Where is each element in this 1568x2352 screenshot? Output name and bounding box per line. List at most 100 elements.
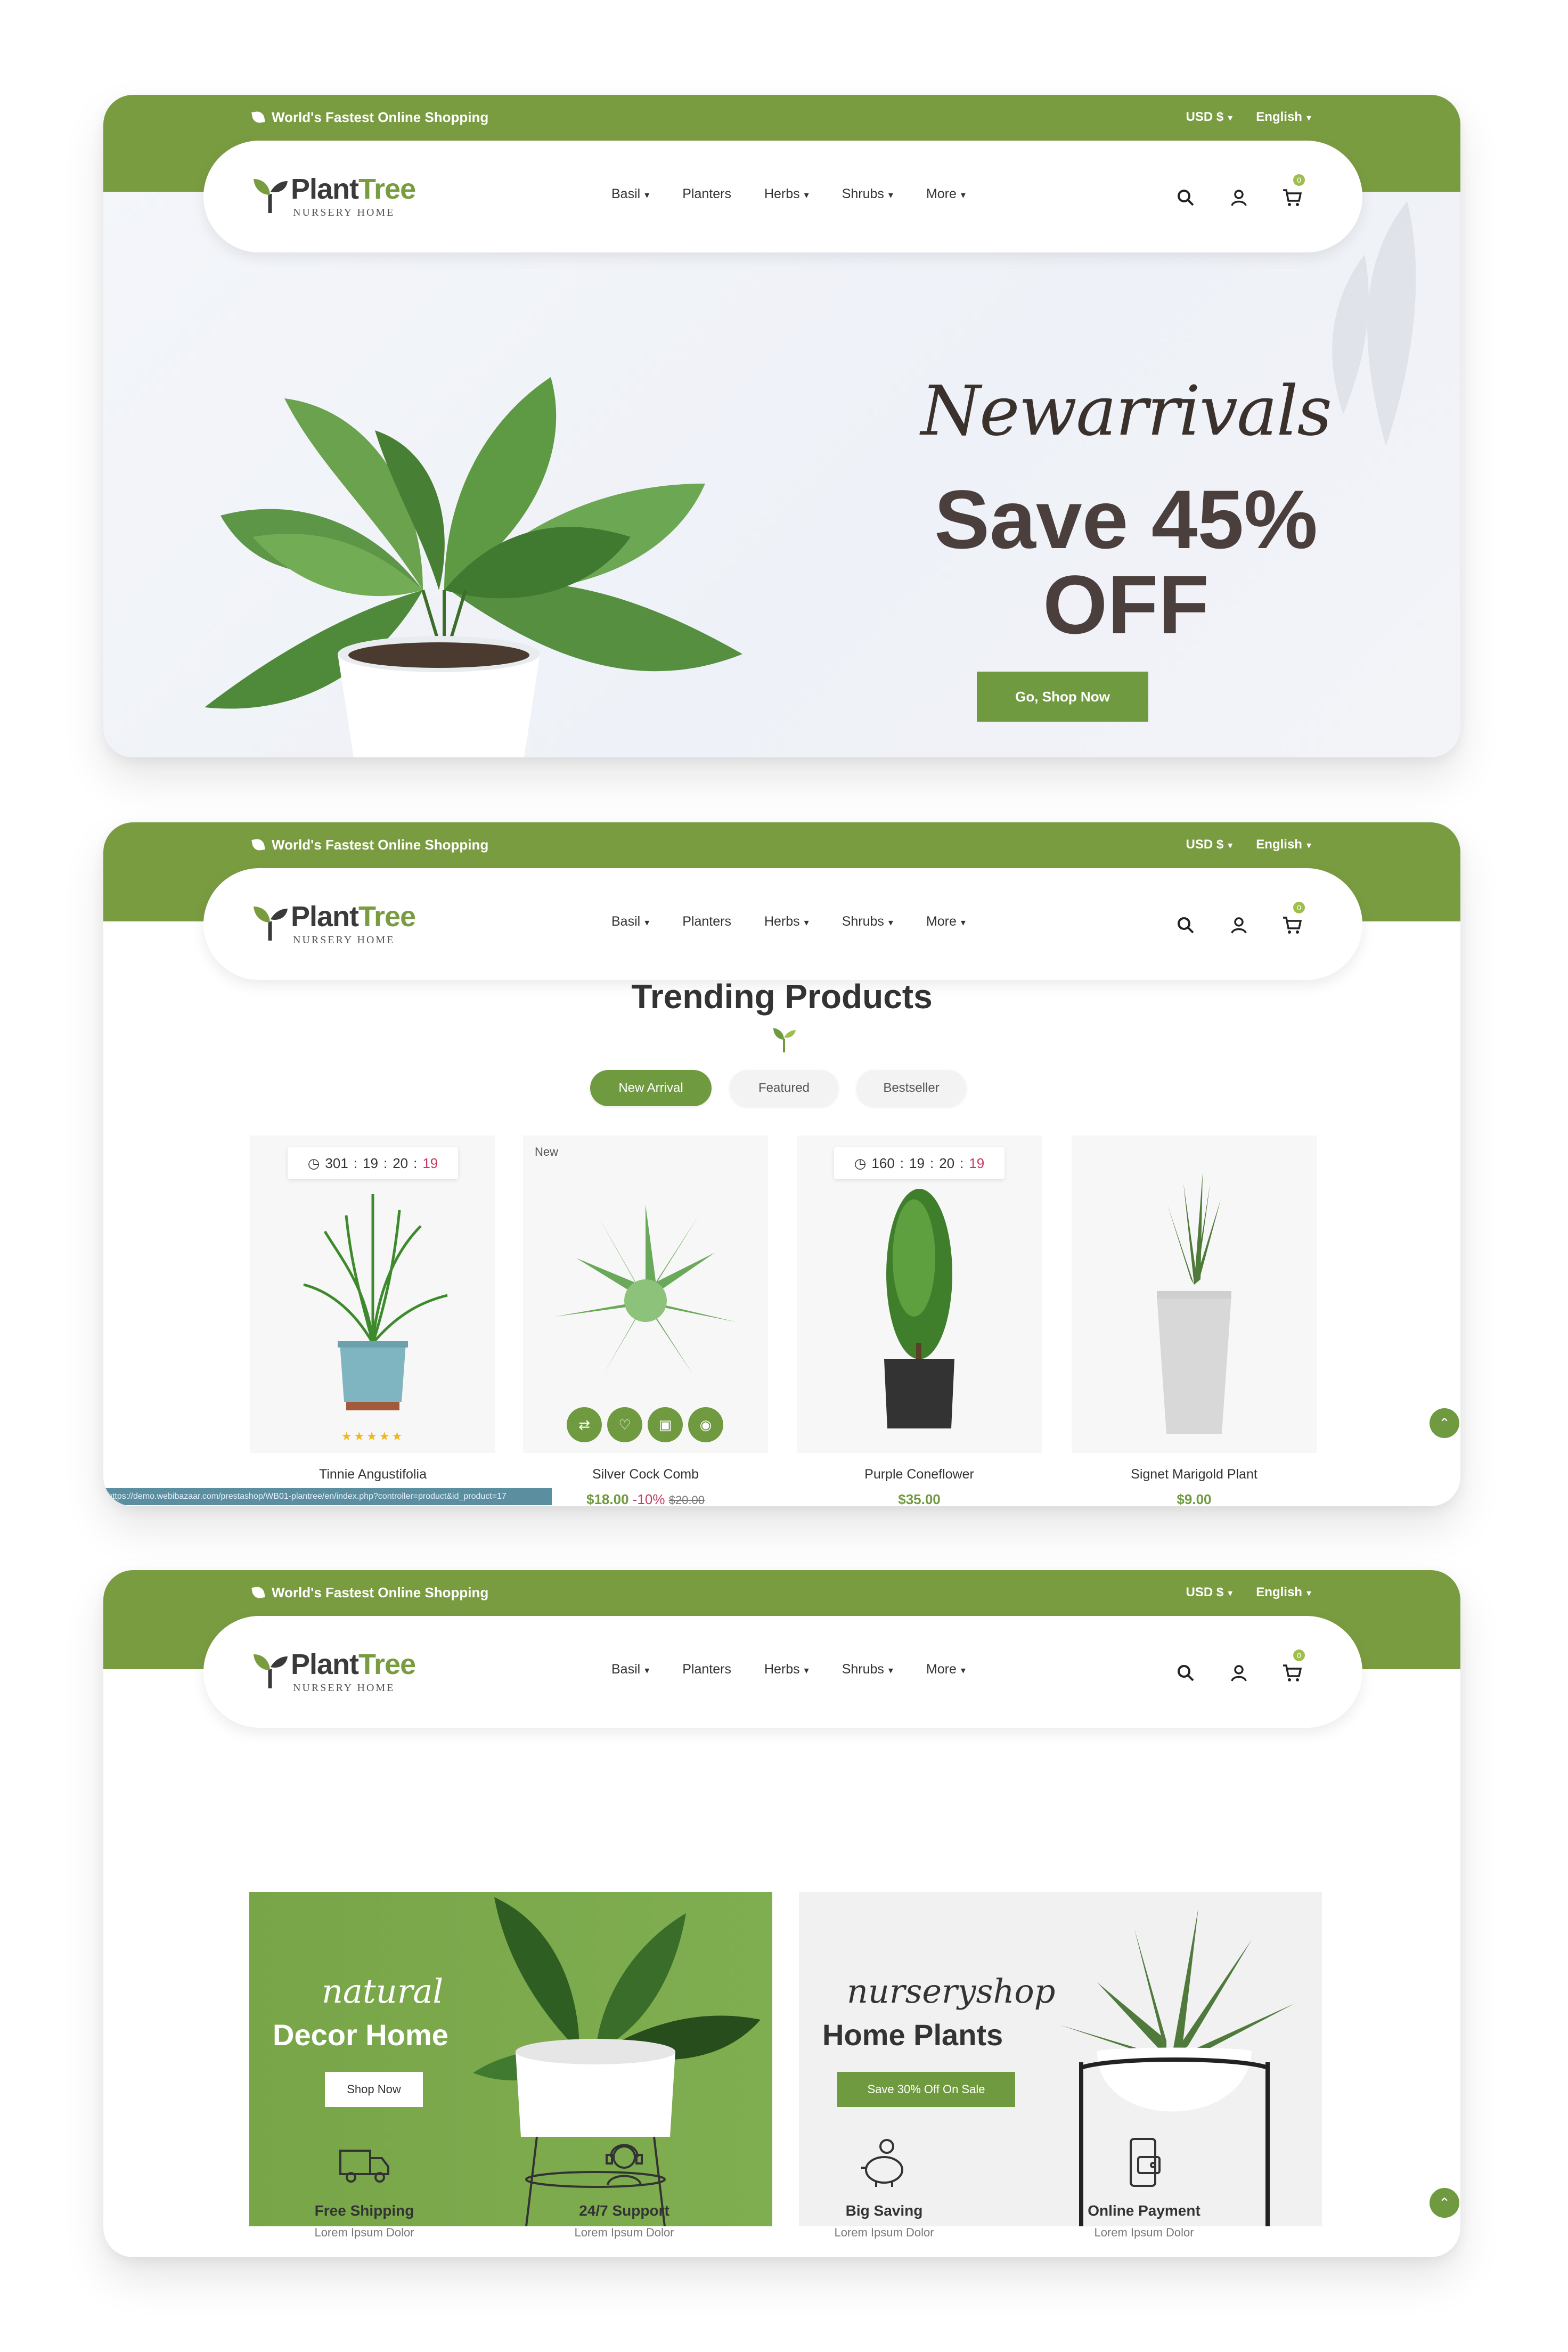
cart-count-badge: 0: [1293, 1649, 1305, 1661]
currency-label: USD $: [1186, 1585, 1224, 1599]
product-name[interactable]: Silver Cock Comb: [523, 1467, 768, 1482]
menu-item-basil[interactable]: Basil ▾: [611, 914, 649, 935]
hero-headline: Save 45%: [934, 473, 1318, 566]
hero-screenshot-card: World's Fastest Online Shopping USD $ ▾ E…: [103, 95, 1460, 757]
menu-item-herbs[interactable]: Herbs ▾: [764, 914, 809, 935]
leaf-icon: [251, 838, 265, 852]
main-navigation: PlantTree NURSERY HOME Basil ▾ Planters H…: [203, 141, 1362, 252]
language-selector[interactable]: English ▾: [1256, 110, 1311, 125]
eye-icon[interactable]: ◉: [688, 1407, 723, 1442]
leaf-icon: [251, 110, 265, 124]
product-card[interactable]: ◷ 160: 19: 20: 19: [797, 1136, 1042, 1453]
heart-icon[interactable]: ♡: [607, 1407, 642, 1442]
countdown-timer: ◷ 301: 19: 20: 19: [288, 1147, 458, 1179]
hero-plant-image: [205, 377, 742, 757]
site-logo[interactable]: PlantTree NURSERY HOME: [251, 1647, 443, 1698]
menu-item-basil[interactable]: Basil ▾: [611, 186, 649, 208]
site-logo[interactable]: PlantTree NURSERY HOME: [251, 172, 443, 223]
menu-label: Planters: [682, 914, 731, 929]
sale-button[interactable]: Save 30% Off On Sale: [837, 2072, 1015, 2107]
price-old: $20.00: [668, 1493, 705, 1506]
cart-count-badge: 0: [1293, 174, 1305, 186]
feature-subtitle: Lorem Ipsum Dolor: [574, 2226, 674, 2239]
shop-now-button[interactable]: Go, Shop Now: [977, 672, 1148, 722]
search-icon[interactable]: [1174, 1661, 1197, 1685]
user-icon[interactable]: [1227, 1661, 1251, 1685]
product-card[interactable]: ◷ 301: 19: 20: 19 ★★★★★: [250, 1136, 495, 1453]
hero-headline-off: OFF: [1043, 559, 1209, 651]
menu-item-more[interactable]: More ▾: [926, 186, 966, 208]
cart-icon[interactable]: 0: [1280, 174, 1305, 209]
timer-hours: 19: [363, 1155, 378, 1171]
currency-selector[interactable]: USD $ ▾: [1186, 837, 1233, 852]
cart-icon[interactable]: 0: [1280, 1649, 1305, 1685]
cart-icon[interactable]: 0: [1280, 902, 1305, 937]
currency-selector[interactable]: USD $ ▾: [1186, 1585, 1233, 1600]
feature-title: 24/7 Support: [579, 2202, 669, 2219]
rating-stars: ★★★★★: [341, 1430, 405, 1443]
banners-screenshot-card: World's Fastest Online Shopping USD $ ▾ E…: [103, 1570, 1460, 2257]
menu-item-shrubs[interactable]: Shrubs ▾: [842, 914, 893, 935]
menu-item-more[interactable]: More ▾: [926, 914, 966, 935]
logo-word-plant: Plant: [291, 901, 359, 933]
headset-icon: [606, 2144, 643, 2185]
language-label: English: [1256, 837, 1302, 852]
menu-item-planters[interactable]: Planters: [682, 1662, 731, 1683]
product-name[interactable]: Purple Coneflower: [797, 1467, 1042, 1482]
chevron-down-icon: ▾: [1228, 112, 1233, 123]
menu-label: Herbs: [764, 1662, 800, 1677]
menu-item-herbs[interactable]: Herbs ▾: [764, 1662, 809, 1683]
language-selector[interactable]: English ▾: [1256, 1585, 1311, 1600]
user-icon[interactable]: [1227, 913, 1251, 937]
truck-icon: [339, 2150, 389, 2183]
chevron-down-icon: ▾: [1306, 1588, 1311, 1598]
topbar-message-text: World's Fastest Online Shopping: [272, 109, 489, 125]
cart-icon[interactable]: ▣: [648, 1407, 683, 1442]
product-name[interactable]: Tinnie Angustifolia: [250, 1467, 495, 1482]
search-icon[interactable]: [1174, 913, 1197, 937]
tab-new-arrival[interactable]: New Arrival: [590, 1070, 712, 1106]
tab-featured[interactable]: Featured: [730, 1070, 838, 1106]
piggy-bank-icon: [861, 2139, 903, 2187]
menu-label: Herbs: [764, 186, 800, 201]
menu-label: Herbs: [764, 914, 800, 929]
scroll-to-top-icon[interactable]: ⌃: [1430, 1408, 1459, 1438]
logo-tagline: NURSERY HOME: [293, 934, 395, 946]
feature-subtitle: Lorem Ipsum Dolor: [314, 2226, 414, 2239]
menu-item-planters[interactable]: Planters: [682, 914, 731, 935]
menu-item-basil[interactable]: Basil ▾: [611, 1662, 649, 1683]
language-selector[interactable]: English ▾: [1256, 837, 1311, 852]
price-current: $18.00: [586, 1491, 629, 1506]
clock-icon: ◷: [854, 1155, 867, 1171]
countdown-timer: ◷ 160: 19: 20: 19: [834, 1147, 1005, 1179]
menu-item-shrubs[interactable]: Shrubs ▾: [842, 186, 893, 208]
topbar-message-text: World's Fastest Online Shopping: [272, 836, 489, 853]
search-icon[interactable]: [1174, 186, 1197, 209]
menu-label: Basil: [611, 1662, 641, 1677]
product-card[interactable]: New ⇄ ♡ ▣ ◉: [523, 1136, 768, 1453]
banner-script: natural: [322, 1972, 444, 2011]
menu-item-shrubs[interactable]: Shrubs ▾: [842, 1662, 893, 1683]
chevron-down-icon: ▾: [644, 1665, 650, 1676]
user-icon[interactable]: [1227, 186, 1251, 209]
menu-label: Basil: [611, 914, 641, 929]
feature-subtitle: Lorem Ipsum Dolor: [1094, 2226, 1194, 2239]
site-logo[interactable]: PlantTree NURSERY HOME: [251, 899, 443, 950]
menu-item-planters[interactable]: Planters: [682, 186, 731, 208]
menu-item-herbs[interactable]: Herbs ▾: [764, 186, 809, 208]
product-image-snake-plant: [1157, 1173, 1231, 1434]
menu-item-more[interactable]: More ▾: [926, 1662, 966, 1683]
logo-text: PlantTree: [291, 173, 416, 206]
scroll-to-top-icon[interactable]: ⌃: [1430, 2188, 1459, 2218]
tab-bestseller[interactable]: Bestseller: [856, 1070, 966, 1106]
currency-selector[interactable]: USD $ ▾: [1186, 110, 1233, 125]
product-image-succulent: [555, 1205, 736, 1375]
main-navigation: PlantTree NURSERY HOME Basil ▾ Planters H…: [203, 868, 1362, 980]
shop-now-button[interactable]: Shop Now: [325, 2072, 423, 2107]
compare-icon[interactable]: ⇄: [567, 1407, 602, 1442]
cart-count-badge: 0: [1293, 902, 1305, 913]
product-card[interactable]: [1072, 1136, 1317, 1453]
chevron-down-icon: ▾: [888, 917, 893, 928]
sprout-logo-icon: [254, 1654, 288, 1688]
product-name[interactable]: Signet Marigold Plant: [1072, 1467, 1317, 1482]
